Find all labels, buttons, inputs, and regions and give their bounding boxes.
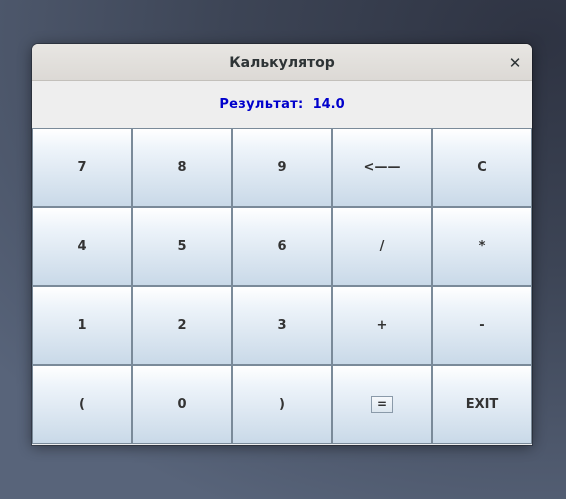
key-label: 2: [177, 318, 187, 333]
key-plus[interactable]: +: [332, 286, 432, 365]
key-label: (: [79, 397, 85, 412]
key-2[interactable]: 2: [132, 286, 232, 365]
key-label: 1: [77, 318, 87, 333]
result-label: Результат:: [219, 97, 304, 112]
key-label: /: [379, 239, 385, 254]
key-open-paren[interactable]: (: [32, 365, 132, 444]
key-label: 8: [177, 160, 187, 175]
key-label: 0: [177, 397, 187, 412]
key-multiply[interactable]: *: [432, 207, 532, 286]
key-6[interactable]: 6: [232, 207, 332, 286]
key-label: 6: [277, 239, 287, 254]
close-icon: ✕: [508, 54, 522, 72]
close-button[interactable]: ✕: [504, 52, 526, 74]
key-label: <——: [363, 160, 401, 175]
key-close-paren[interactable]: ): [232, 365, 332, 444]
key-label: -: [479, 318, 485, 333]
key-backspace[interactable]: <——: [332, 128, 432, 207]
key-3[interactable]: 3: [232, 286, 332, 365]
key-8[interactable]: 8: [132, 128, 232, 207]
key-clear[interactable]: C: [432, 128, 532, 207]
key-label: C: [477, 160, 487, 175]
result-value: 14.0: [312, 97, 345, 112]
key-4[interactable]: 4: [32, 207, 132, 286]
result-display: Результат: 14.0: [32, 81, 532, 128]
key-7[interactable]: 7: [32, 128, 132, 207]
key-equals[interactable]: =: [332, 365, 432, 444]
key-minus[interactable]: -: [432, 286, 532, 365]
window-title: Калькулятор: [229, 55, 335, 71]
key-exit[interactable]: EXIT: [432, 365, 532, 444]
key-divide[interactable]: /: [332, 207, 432, 286]
key-label: 5: [177, 239, 187, 254]
key-0[interactable]: 0: [132, 365, 232, 444]
key-1[interactable]: 1: [32, 286, 132, 365]
key-9[interactable]: 9: [232, 128, 332, 207]
key-label: EXIT: [465, 397, 499, 412]
key-label: ): [279, 397, 285, 412]
key-label: +: [376, 318, 388, 333]
key-label: 7: [77, 160, 87, 175]
calculator-window: Калькулятор ✕ Результат: 14.0 7 8 9 <—— …: [32, 44, 532, 445]
key-label: 4: [77, 239, 87, 254]
key-label: 3: [277, 318, 287, 333]
key-label: =: [371, 396, 393, 413]
key-5[interactable]: 5: [132, 207, 232, 286]
keypad: 7 8 9 <—— C 4 5 6 / * 1 2 3 + - ( 0 ) = …: [32, 128, 532, 444]
key-label: *: [478, 239, 486, 254]
title-bar[interactable]: Калькулятор ✕: [32, 44, 532, 81]
key-label: 9: [277, 160, 287, 175]
